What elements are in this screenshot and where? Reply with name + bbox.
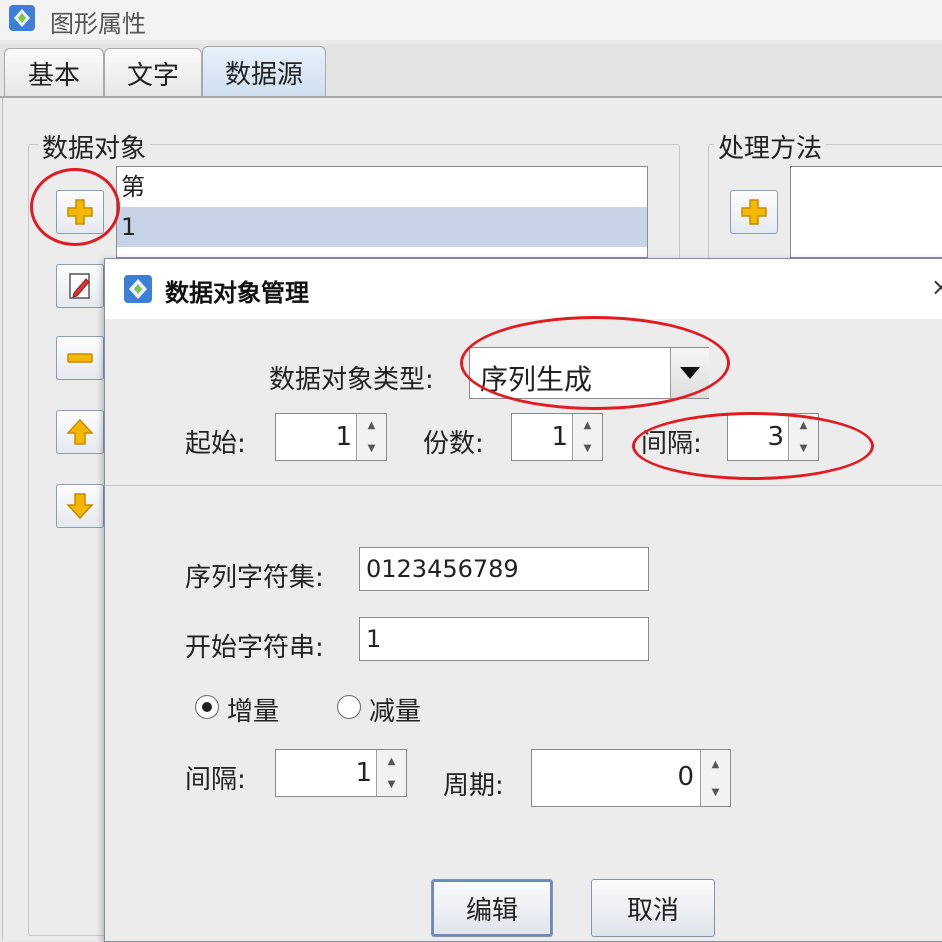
data-objects-legend: 数据对象	[38, 128, 151, 165]
charset-input[interactable]: 0123456789	[359, 547, 649, 591]
spin-up-button[interactable]: ▲	[357, 414, 386, 437]
data-object-manager-dialog: 数据对象管理 × 数据对象类型: 序列生成 起始: 1 ▲ ▼ 份数: 1 ▲ …	[104, 258, 942, 942]
spin-up-button[interactable]: ▲	[789, 414, 818, 437]
list-item-selected[interactable]: 1	[117, 207, 647, 247]
interval-top-spinner[interactable]: 3 ▲ ▼	[727, 413, 819, 461]
interval-top-value: 3	[767, 422, 784, 452]
close-icon[interactable]: ×	[931, 273, 942, 301]
object-type-value: 序列生成	[480, 363, 593, 396]
start-string-input[interactable]: 1	[359, 617, 649, 661]
spin-up-button[interactable]: ▲	[377, 750, 406, 773]
remove-data-object-button[interactable]	[56, 336, 104, 380]
spin-up-button[interactable]: ▲	[701, 750, 730, 778]
increment-label[interactable]: 增量	[227, 691, 279, 728]
move-up-button[interactable]	[56, 410, 104, 454]
decrement-label[interactable]: 减量	[369, 691, 421, 728]
interval-top-label: 间隔:	[641, 429, 702, 459]
start-value: 1	[335, 422, 352, 452]
interval-value: 1	[355, 758, 372, 788]
dialog-separator	[105, 485, 942, 486]
arrow-up-icon	[66, 418, 94, 445]
plus-icon	[741, 199, 767, 225]
decrement-radio[interactable]	[337, 695, 361, 719]
add-data-object-button[interactable]	[56, 190, 104, 234]
move-down-button[interactable]	[56, 484, 104, 528]
spin-up-button[interactable]: ▲	[573, 414, 602, 437]
data-objects-list[interactable]: 第 1	[116, 166, 648, 258]
start-label: 起始:	[185, 429, 246, 459]
spin-down-button[interactable]: ▼	[701, 778, 730, 806]
copies-label: 份数:	[423, 429, 484, 459]
chevron-down-icon	[680, 367, 700, 379]
object-type-label: 数据对象类型:	[269, 365, 434, 395]
list-item[interactable]: 第	[117, 167, 647, 207]
tab-data-source[interactable]: 数据源	[202, 46, 326, 97]
interval-spinner[interactable]: 1 ▲ ▼	[275, 749, 407, 797]
interval-label: 间隔:	[185, 765, 246, 795]
period-value: 0	[677, 762, 694, 792]
dialog-titlebar: 数据对象管理 ×	[105, 259, 942, 319]
start-string-label: 开始字符串:	[185, 633, 324, 663]
tab-text[interactable]: 文字	[104, 48, 202, 97]
spin-down-button[interactable]: ▼	[377, 773, 406, 796]
period-spinner[interactable]: 0 ▲ ▼	[531, 749, 731, 807]
copies-value: 1	[551, 422, 568, 452]
spin-down-button[interactable]: ▼	[573, 437, 602, 460]
increment-radio[interactable]	[195, 695, 219, 719]
plus-icon	[67, 199, 93, 225]
process-methods-legend: 处理方法	[714, 128, 827, 165]
process-methods-list[interactable]	[790, 166, 942, 258]
minus-icon	[67, 353, 93, 363]
dialog-title: 数据对象管理	[165, 279, 309, 307]
app-logo-icon	[9, 5, 35, 31]
edit-button[interactable]: 编辑	[431, 879, 553, 937]
window-titlebar: 图形属性	[0, 0, 942, 40]
spin-down-button[interactable]: ▼	[789, 437, 818, 460]
spin-down-button[interactable]: ▼	[357, 437, 386, 460]
app-logo-icon	[124, 275, 152, 303]
period-label: 周期:	[443, 771, 504, 801]
radio-selected-dot	[202, 702, 212, 712]
arrow-down-icon	[66, 493, 94, 520]
tab-basic[interactable]: 基本	[4, 48, 104, 97]
dropdown-button[interactable]	[670, 348, 709, 398]
start-spinner[interactable]: 1 ▲ ▼	[275, 413, 387, 461]
add-process-method-button[interactable]	[730, 190, 778, 234]
window-title: 图形属性	[50, 10, 146, 38]
charset-label: 序列字符集:	[185, 563, 324, 593]
cancel-button[interactable]: 取消	[591, 879, 715, 937]
edit-document-icon	[69, 273, 90, 299]
copies-spinner[interactable]: 1 ▲ ▼	[511, 413, 603, 461]
edit-data-object-button[interactable]	[56, 264, 104, 308]
object-type-select[interactable]: 序列生成	[469, 347, 709, 399]
